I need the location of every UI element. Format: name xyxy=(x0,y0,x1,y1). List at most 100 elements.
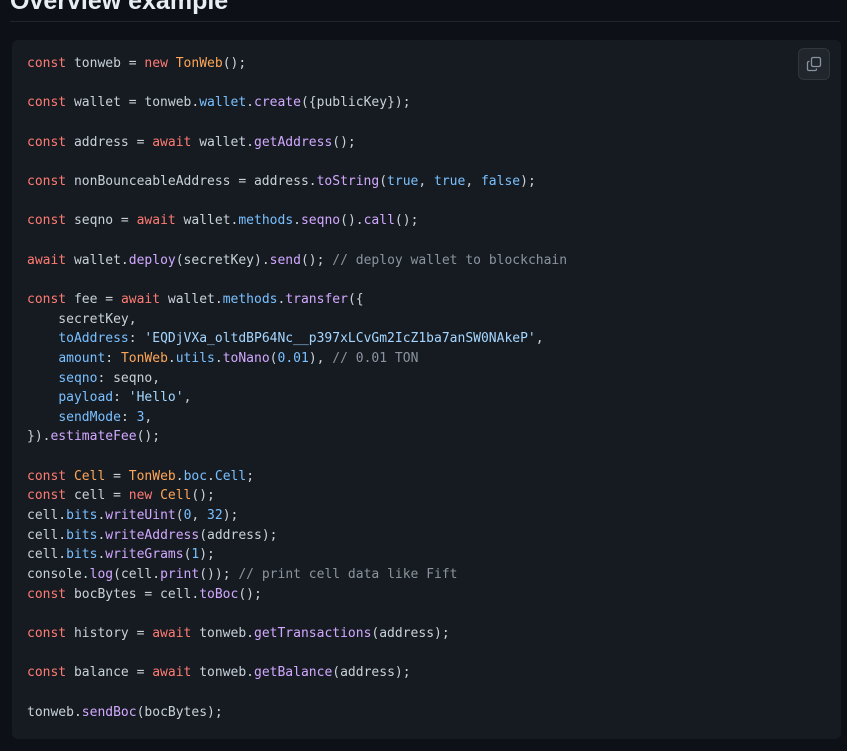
code-token: : xyxy=(105,350,121,366)
code-token: ({ xyxy=(347,291,364,307)
code-line: const tonweb = new TonWeb(); xyxy=(27,54,567,74)
code-token: . xyxy=(167,350,176,366)
code-token: (address); xyxy=(332,665,411,681)
code-token: wallet. xyxy=(191,134,254,150)
code-token: (address); xyxy=(371,626,450,642)
code-line: const cell = new Cell(); xyxy=(27,486,567,506)
code-token: boc xyxy=(183,468,208,484)
code-token: bits xyxy=(66,547,98,563)
code-line: toAddress: 'EQDjVXa_oltdBP64Nc__p397xLCv… xyxy=(27,329,567,349)
code-block: const tonweb = new TonWeb(); const wallet… xyxy=(12,40,841,739)
code-token: const xyxy=(27,665,67,681)
code-token: tonweb. xyxy=(27,704,82,720)
code-token: ()); xyxy=(199,567,239,583)
code-line: cell.bits.writeUint(0, 32); xyxy=(27,506,567,526)
code-line: payload: 'Hello', xyxy=(27,388,567,408)
code-line: const seqno = await wallet.methods.seqno… xyxy=(27,211,567,231)
code-token: ( xyxy=(379,173,388,189)
code-token: , xyxy=(144,409,153,425)
code-token: (); xyxy=(238,586,262,602)
code-token: const xyxy=(27,586,67,602)
code-token: }). xyxy=(27,429,51,445)
code-token: sendMode xyxy=(58,409,121,425)
code-token: estimateFee xyxy=(50,429,137,445)
code-line: }).estimateFee(); xyxy=(27,427,567,447)
code-token: cell. xyxy=(27,547,67,563)
copy-button[interactable] xyxy=(798,48,830,80)
code-token: wallet. xyxy=(66,252,129,268)
code-token: const xyxy=(27,56,67,71)
code-token: const xyxy=(27,488,67,504)
code-token: seqno xyxy=(58,370,98,386)
code-token: wallet. xyxy=(160,291,223,307)
code-token: // 0.01 TON xyxy=(332,350,419,366)
code-token: wallet xyxy=(199,95,247,111)
code-token: bocBytes = cell. xyxy=(66,586,200,602)
code-token: await xyxy=(152,134,192,150)
code-token: seqno = xyxy=(66,213,137,229)
code-token: amount xyxy=(58,350,106,366)
code-token: await xyxy=(152,626,192,642)
code-token: (bocBytes); xyxy=(136,704,223,720)
code-token: utils xyxy=(175,350,215,366)
copy-icon xyxy=(806,56,822,72)
code-token: const xyxy=(27,95,67,111)
code-token: getTransactions xyxy=(254,626,372,642)
code-line: const balance = await tonweb.getBalance(… xyxy=(27,663,567,683)
code-line: const wallet = tonweb.wallet.create({pub… xyxy=(27,93,567,113)
code-line: amount: TonWeb.utils.toNano(0.01), // 0.… xyxy=(27,349,567,369)
code-token: writeAddress xyxy=(105,527,200,543)
code-token: address = xyxy=(66,134,153,150)
code-token: : xyxy=(128,331,145,347)
code-token: (cell. xyxy=(113,567,161,583)
code-line: const address = await wallet.getAddress(… xyxy=(27,133,567,153)
code-token: console. xyxy=(27,567,90,583)
code-token: (); xyxy=(136,429,161,445)
code-token: (). xyxy=(340,213,364,229)
code-token: , xyxy=(183,390,192,406)
code-line: const fee = await wallet.methods.transfe… xyxy=(27,290,567,310)
code-token: (); xyxy=(332,134,356,150)
code-token: tonweb. xyxy=(191,626,254,642)
code-token: Cell xyxy=(73,468,106,484)
code-token: ); xyxy=(199,547,215,563)
code-token: methods xyxy=(222,291,278,307)
code-token: const xyxy=(27,291,67,307)
code-token: ); xyxy=(222,508,239,524)
code-token: Cell xyxy=(214,468,247,484)
code-line: secretKey, xyxy=(27,310,567,330)
code-token: new xyxy=(144,56,168,71)
code-token: print xyxy=(160,567,200,583)
code-line: await wallet.deploy(secretKey).send(); /… xyxy=(27,251,567,271)
code-line: seqno: seqno, xyxy=(27,369,567,389)
code-token: bits xyxy=(66,508,98,524)
code-token: toAddress xyxy=(58,331,129,347)
code-line: console.log(cell.print()); // print cell… xyxy=(27,565,567,585)
code-token: seqno xyxy=(300,213,341,229)
code-token: 32 xyxy=(207,508,223,524)
code-token: . xyxy=(207,468,215,484)
code-token: payload xyxy=(58,390,114,406)
code-token: create xyxy=(254,95,301,111)
code-token: await xyxy=(27,252,67,268)
code-token: TonWeb xyxy=(175,56,223,71)
code-token: deploy xyxy=(128,252,176,268)
code-line: const bocBytes = cell.toBoc(); xyxy=(27,585,567,605)
code-line: tonweb.sendBoc(bocBytes); xyxy=(27,703,567,723)
code-token: ); xyxy=(520,173,536,189)
code-token: const xyxy=(27,468,67,484)
code-token: writeGrams xyxy=(105,547,184,563)
code-line: const history = await tonweb.getTransact… xyxy=(27,624,567,644)
code-token: . xyxy=(175,468,184,484)
code-token: fee = xyxy=(66,291,121,307)
code-token: cell = xyxy=(66,488,129,504)
